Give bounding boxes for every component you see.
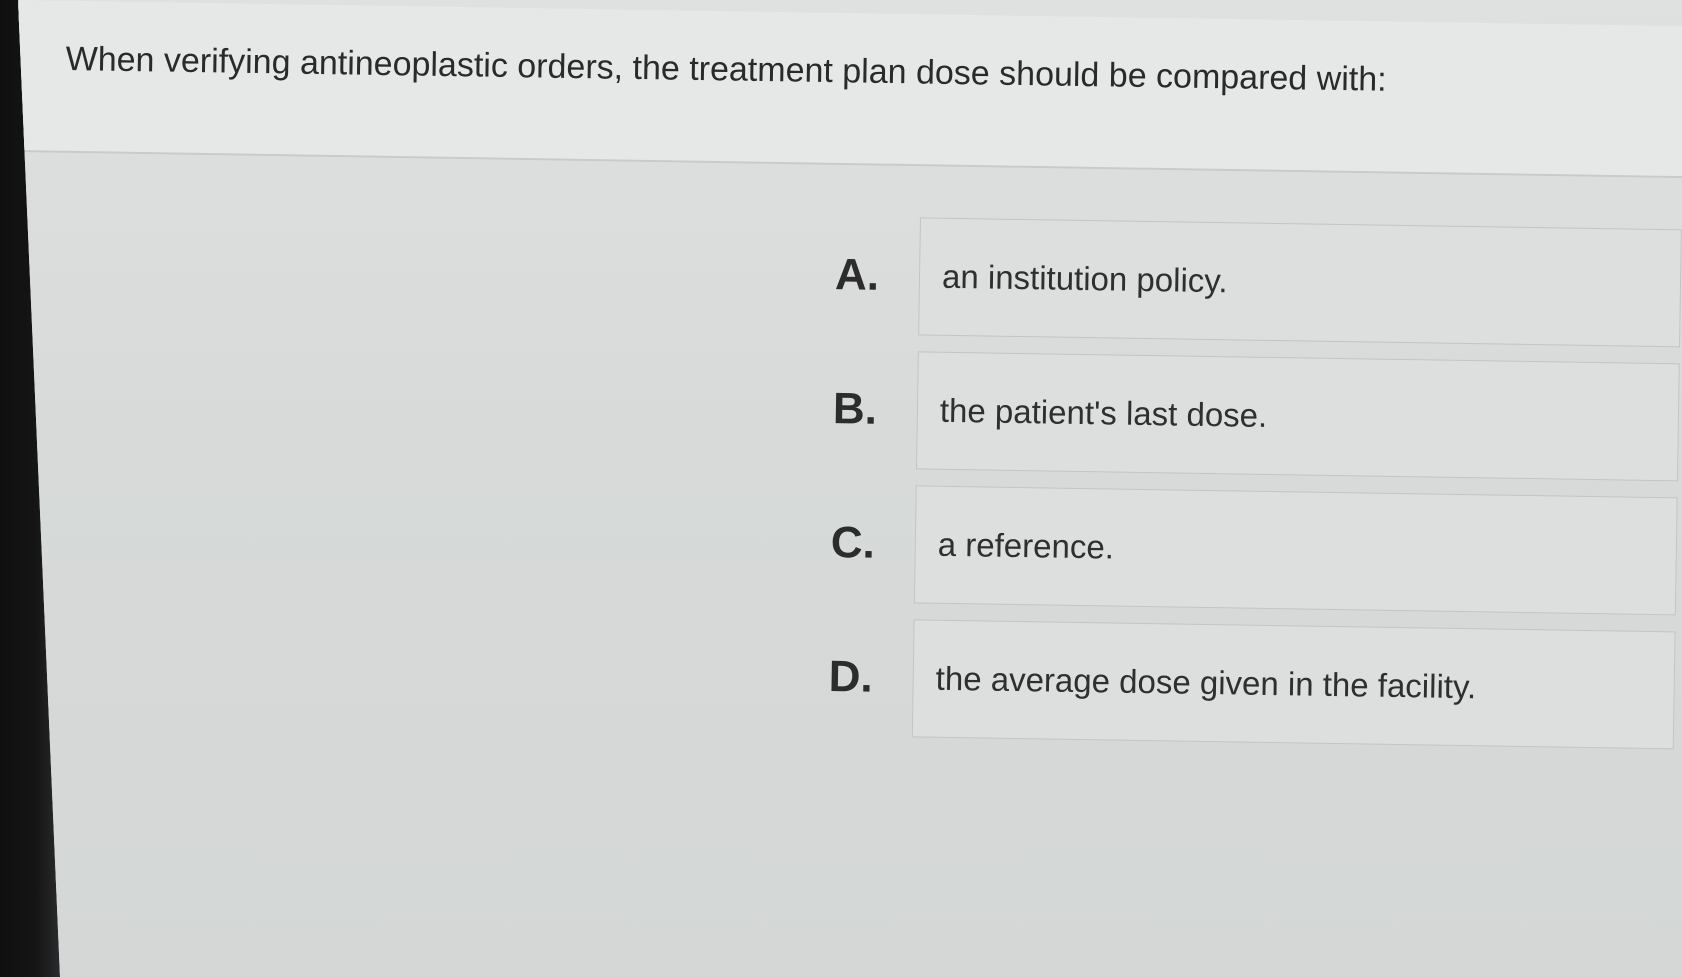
option-c-letter: C. xyxy=(830,518,876,568)
screen: When verifying antineoplastic orders, th… xyxy=(18,0,1682,977)
option-d[interactable]: D. the average dose given in the facilit… xyxy=(822,617,1676,750)
option-b-text[interactable]: the patient's last dose. xyxy=(916,351,1680,482)
option-d-letter: D. xyxy=(828,652,874,702)
option-a-text[interactable]: an institution policy. xyxy=(918,217,1682,348)
option-a[interactable]: A. an institution policy. xyxy=(828,215,1682,348)
option-c-text[interactable]: a reference. xyxy=(913,485,1678,616)
option-a-letter: A. xyxy=(834,250,880,300)
option-c[interactable]: C. a reference. xyxy=(824,483,1678,616)
option-d-text[interactable]: the average dose given in the facility. xyxy=(911,619,1676,750)
option-b[interactable]: B. the patient's last dose. xyxy=(826,349,1680,482)
answer-options: A. an institution policy. B. the patient… xyxy=(822,215,1682,764)
option-b-letter: B. xyxy=(832,384,878,434)
